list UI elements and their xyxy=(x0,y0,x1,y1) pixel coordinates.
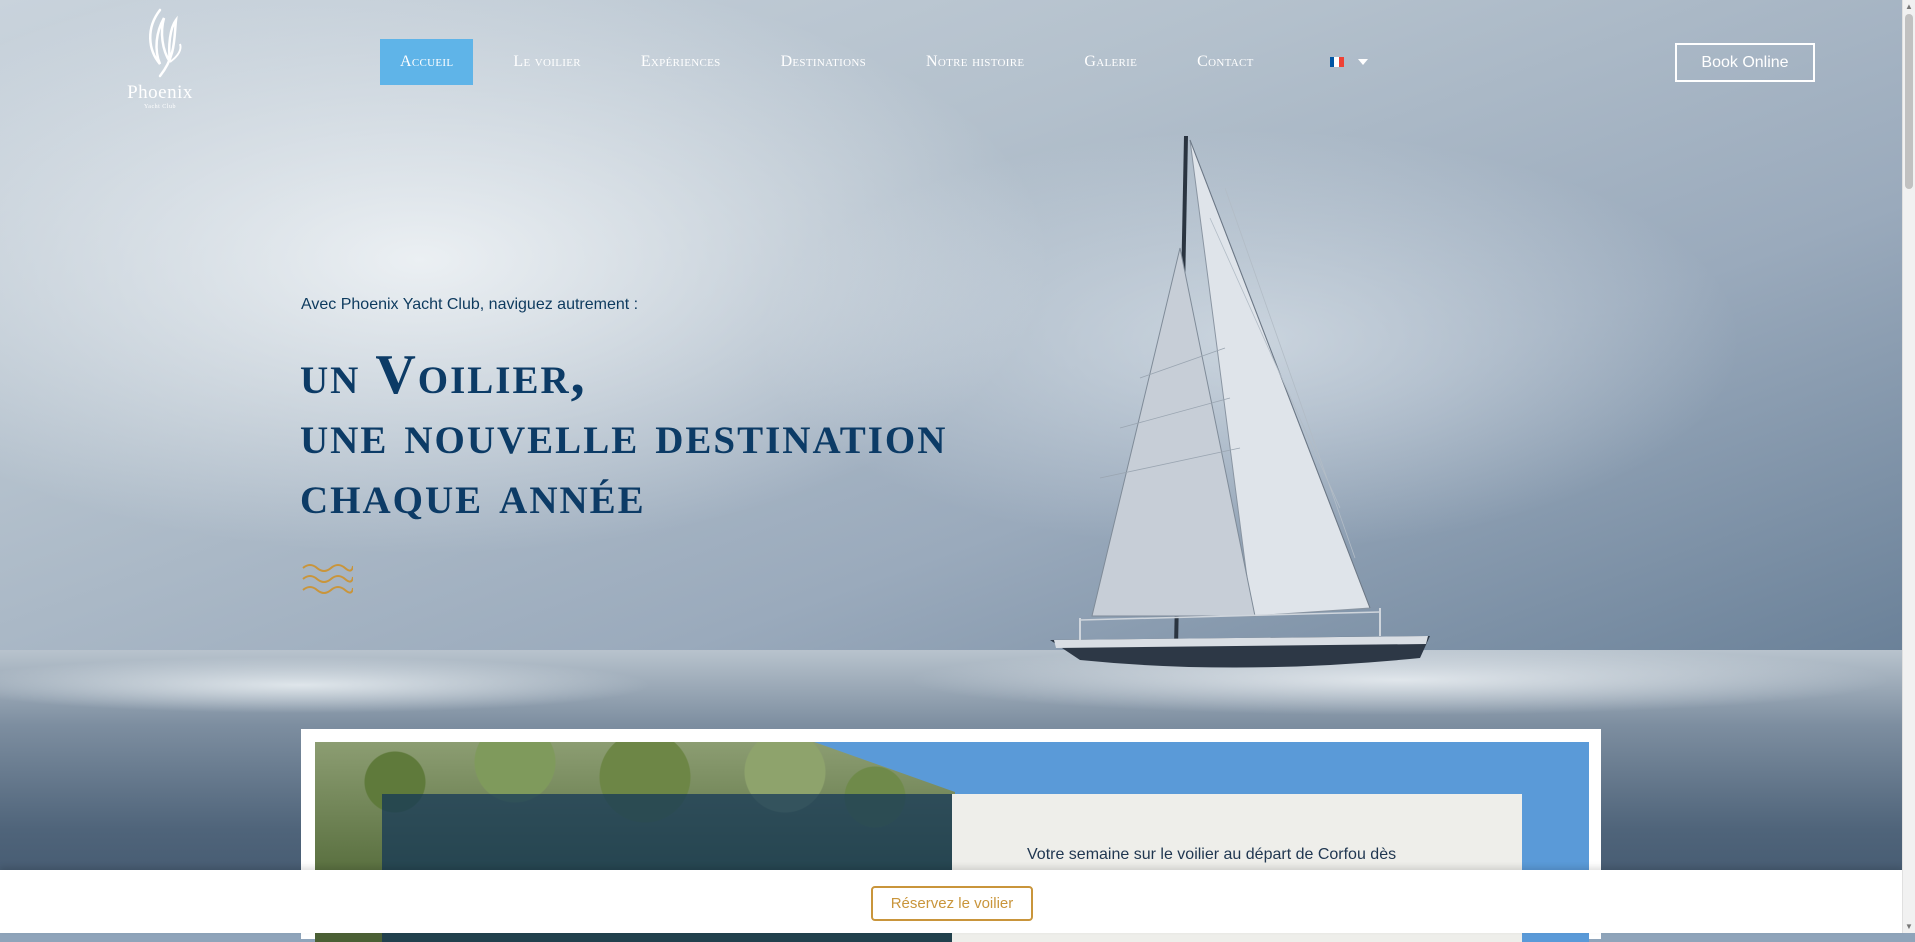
scrollbar-thumb[interactable] xyxy=(1905,14,1913,189)
phoenix-bird-icon xyxy=(149,8,182,78)
intro-paragraph: Votre semaine sur le voilier au départ d… xyxy=(1027,846,1397,863)
vertical-scrollbar[interactable]: ▲ ▼ xyxy=(1902,0,1915,933)
hero-headline: un Voilier, une nouvelle destination cha… xyxy=(300,345,947,525)
fr-flag-icon xyxy=(1329,57,1344,67)
waves-icon xyxy=(302,564,353,594)
headline-line-3: chaque année xyxy=(300,464,646,526)
nav-item-le-voilier[interactable]: Le voilier xyxy=(493,39,600,85)
nav-item-galerie[interactable]: Galerie xyxy=(1064,39,1157,85)
nav-item-accueil[interactable]: Accueil xyxy=(380,39,474,85)
scroll-up-arrow-icon[interactable]: ▲ xyxy=(1905,2,1913,11)
reserve-boat-button[interactable]: Réservez le voilier xyxy=(871,886,1033,921)
nav-item-contact[interactable]: Contact xyxy=(1177,39,1274,85)
nav-item-experiences[interactable]: Expériences xyxy=(621,39,741,85)
phoenix-logo[interactable]: Phoenix Yacht Club xyxy=(112,6,208,118)
headline-line-1: un Voilier, xyxy=(300,344,587,406)
language-selector[interactable] xyxy=(1329,57,1368,67)
scroll-down-arrow-icon[interactable]: ▼ xyxy=(1905,922,1913,931)
sailboat-image xyxy=(1050,135,1430,668)
book-online-button[interactable]: Book Online xyxy=(1675,43,1815,82)
hero-intro-text: Avec Phoenix Yacht Club, naviguez autrem… xyxy=(301,296,639,313)
logo-sub-text: Yacht Club xyxy=(144,104,176,110)
logo-brand-text: Phoenix xyxy=(127,82,193,103)
headline-line-2: une nouvelle destination xyxy=(300,404,948,466)
chevron-down-icon xyxy=(1357,59,1368,65)
main-nav: Accueil Le voilier Expériences Destinati… xyxy=(380,39,1368,85)
nav-item-destinations[interactable]: Destinations xyxy=(761,39,886,85)
nav-item-notre-histoire[interactable]: Notre histoire xyxy=(906,39,1044,85)
sticky-bottom-bar: Réservez le voilier xyxy=(0,870,1903,933)
